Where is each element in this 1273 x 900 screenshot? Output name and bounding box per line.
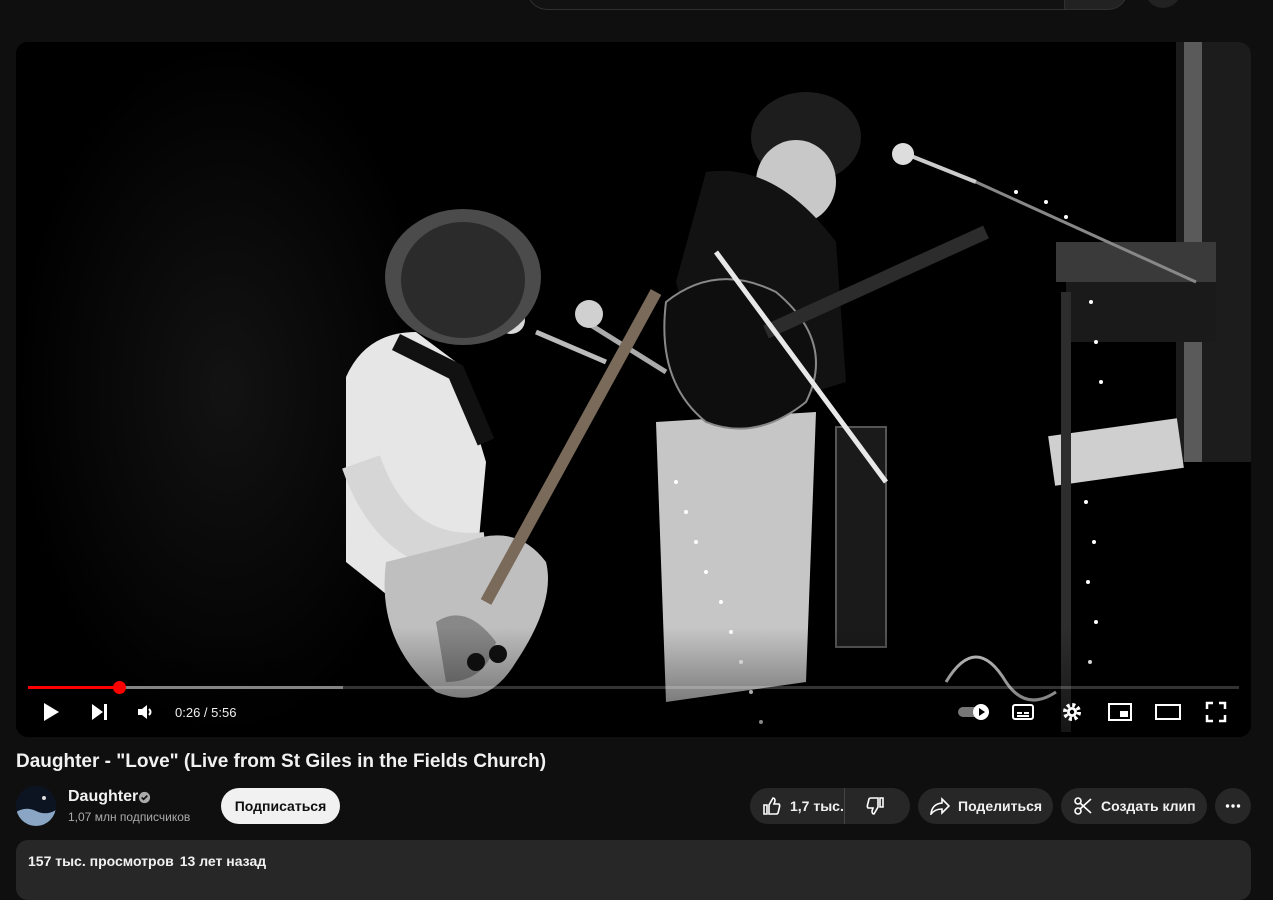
miniplayer-icon [1108,703,1132,721]
subtitles-icon [1012,704,1034,720]
progress-played [28,686,119,689]
channel-name[interactable]: Daughter [68,788,138,806]
more-actions-button[interactable] [1215,788,1251,824]
scissors-icon [1074,797,1092,815]
more-icon [1225,804,1241,808]
fullscreen-icon [1205,701,1227,723]
share-icon [930,797,950,815]
progress-bar[interactable] [28,681,1239,694]
next-button[interactable] [84,698,114,726]
subscriber-count: 1,07 млн подписчиков [68,810,191,824]
progress-scrubber[interactable] [112,681,126,694]
video-player[interactable]: 0:26 / 5:56 [16,42,1251,737]
avatar-image [16,786,56,826]
autoplay-toggle-icon [958,704,989,720]
share-button[interactable]: Поделиться [918,788,1053,824]
dislike-button[interactable] [845,788,905,824]
time-display: 0:26 / 5:56 [175,705,237,720]
like-dislike-group: 1,7 тыс. [750,788,910,824]
description-meta: 157 тыс. просмотров 13 лет назад [28,853,272,869]
current-time: 0:26 [175,705,201,720]
view-count: 157 тыс. просмотров [28,853,174,869]
video-title: Daughter - "Love" (Live from St Giles in… [16,751,547,772]
duration: 5:56 [211,705,237,720]
share-label: Поделиться [958,798,1043,814]
play-icon [44,703,59,721]
settings-button[interactable] [1059,698,1085,726]
next-icon [92,704,107,720]
volume-icon [138,705,152,719]
autoplay-toggle[interactable] [956,698,992,726]
dislike-icon [866,797,884,815]
subtitles-button[interactable] [1010,698,1036,726]
subscribe-button[interactable]: Подписаться [221,788,340,824]
description-box[interactable]: 157 тыс. просмотров 13 лет назад [16,840,1251,900]
clip-label: Создать клип [1101,798,1196,814]
search-input[interactable] [527,0,1066,10]
upload-age: 13 лет назад [179,853,267,869]
theater-icon [1155,704,1181,720]
theater-mode-button[interactable] [1154,698,1182,726]
channel-avatar[interactable] [16,786,56,826]
play-button[interactable] [36,698,66,726]
volume-button[interactable] [130,698,160,726]
like-count: 1,7 тыс. [790,798,844,814]
voice-search-button[interactable] [1145,0,1181,8]
like-button[interactable]: 1,7 тыс. [750,788,845,824]
top-bar [0,0,1273,14]
settings-icon [1063,703,1081,721]
fullscreen-button[interactable] [1203,698,1229,726]
verified-icon [138,791,151,804]
like-icon [763,797,781,815]
miniplayer-button[interactable] [1106,698,1134,726]
search-button[interactable] [1064,0,1128,10]
create-clip-button[interactable]: Создать клип [1061,788,1207,824]
